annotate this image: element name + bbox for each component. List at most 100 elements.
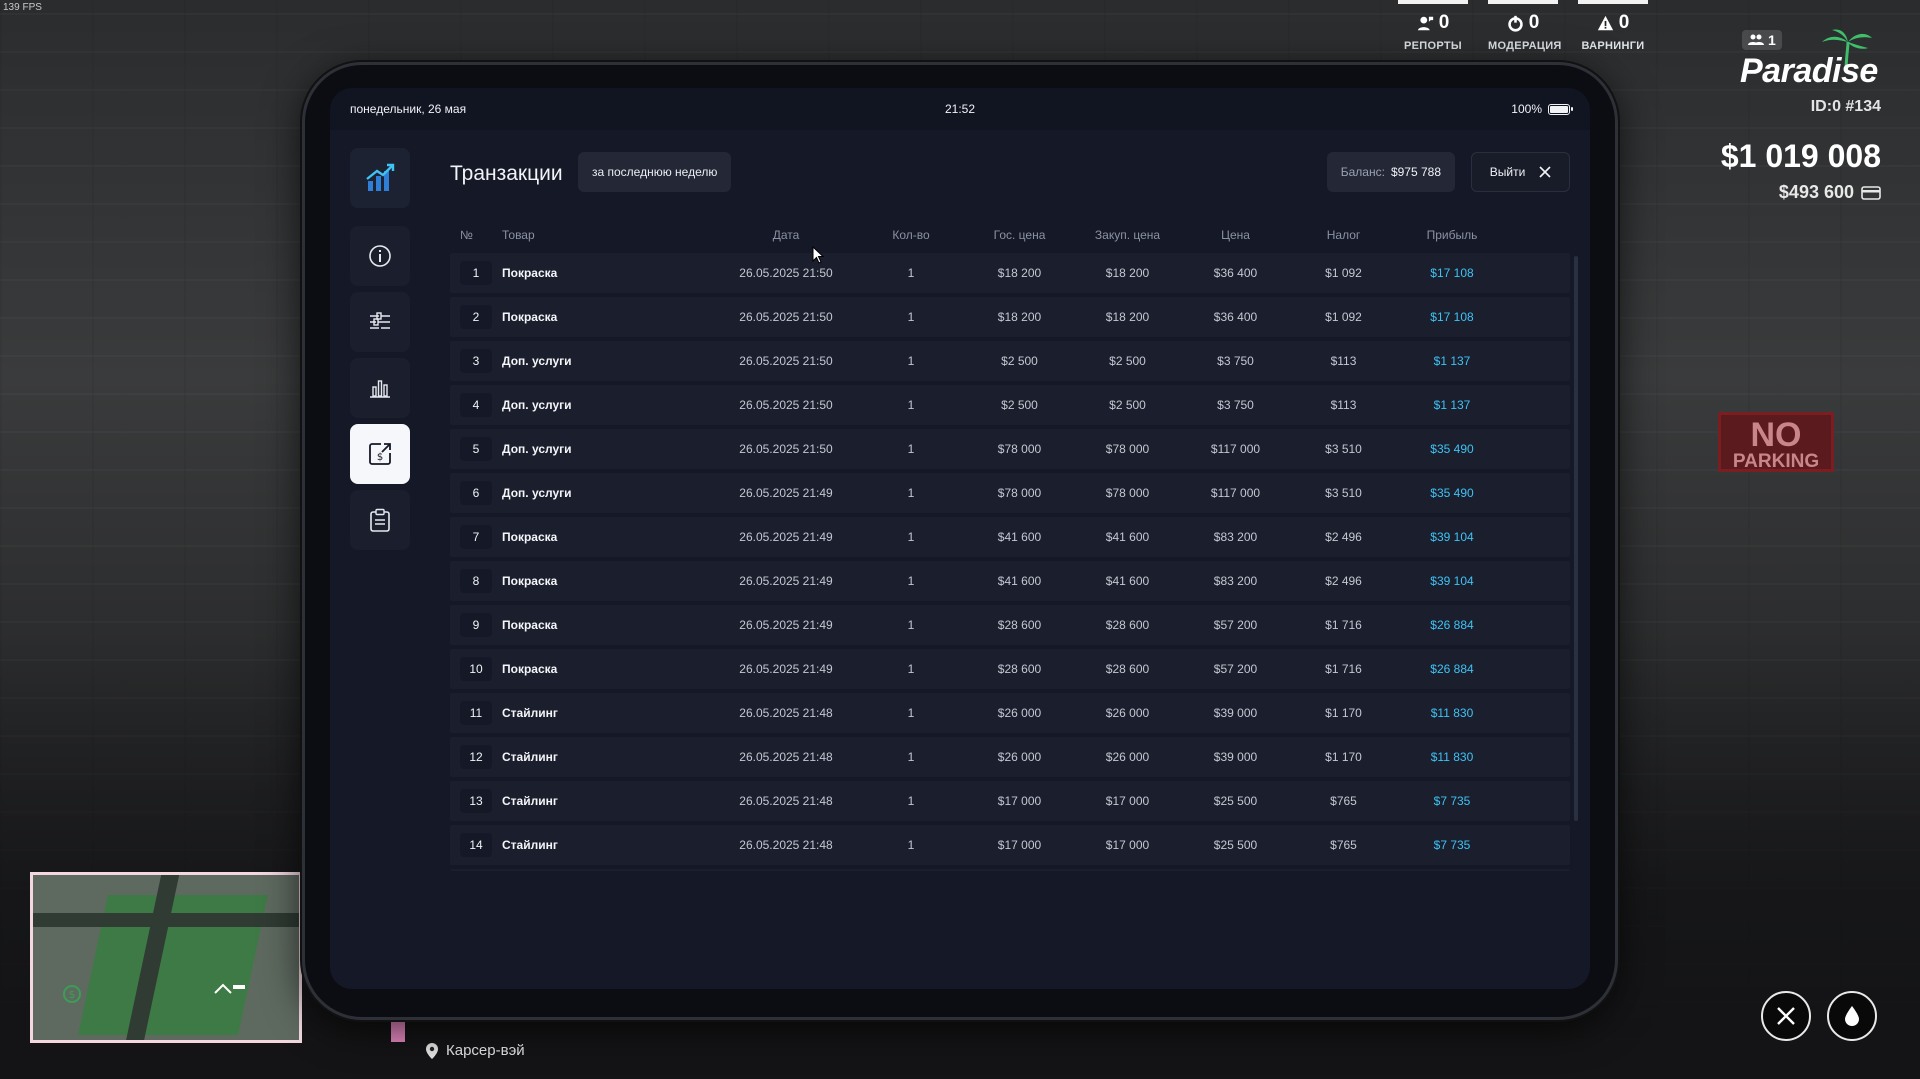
battery-icon [1548, 103, 1573, 115]
row-num: 2 [450, 305, 502, 329]
row-date: 26.05.2025 21:49 [739, 618, 833, 632]
water-button[interactable] [1827, 991, 1877, 1041]
row-tax: $113 [1330, 354, 1357, 368]
row-num: 6 [450, 481, 502, 505]
row-price: $117 000 [1210, 486, 1261, 500]
row-num: 11 [450, 701, 502, 725]
row-gov-price: $2 500 [1001, 398, 1038, 412]
table-row[interactable]: 10 Покраска 26.05.2025 21:49 1 $28 600 $28 60… [450, 649, 1570, 689]
row-tax: $2 496 [1325, 530, 1362, 544]
row-price: $83 200 [1213, 574, 1258, 588]
table-header: № Товар Дата Кол-во Гос. цена Закуп. цен… [450, 225, 1570, 245]
row-num: 14 [450, 833, 502, 857]
transactions-header: Транзакции за последнюю неделю Баланс: $… [450, 130, 1570, 225]
row-price: $57 200 [1213, 618, 1258, 632]
table-scrollbar[interactable] [1574, 256, 1578, 821]
row-price: $39 000 [1213, 706, 1258, 720]
row-profit: $7 735 [1433, 794, 1471, 808]
table-row[interactable]: 4 Доп. услуги 26.05.2025 21:50 1 $2 500 $2 50… [450, 385, 1570, 425]
no-parking-sign: NO PARKING [1718, 412, 1834, 472]
exit-button[interactable]: Выйти [1471, 152, 1570, 192]
tablet-status-bar: понедельник, 26 мая 21:52 100% [330, 88, 1590, 130]
row-buy-price: $78 000 [1105, 486, 1150, 500]
table-row[interactable]: 15Стайлинг26.05.2025 21:481$17 000$17 00… [450, 869, 1570, 871]
row-tax: $3 510 [1325, 442, 1362, 456]
row-gov-price: $2 500 [1001, 354, 1038, 368]
sidebar-tasks[interactable] [350, 490, 410, 550]
row-num-badge: 3 [460, 349, 492, 373]
period-filter-button[interactable]: за последнюю неделю [578, 152, 732, 192]
row-date: 26.05.2025 21:48 [739, 706, 833, 720]
table-row[interactable]: 5 Доп. услуги 26.05.2025 21:50 1 $78 000 $78 … [450, 429, 1570, 469]
table-row[interactable]: 14 Стайлинг 26.05.2025 21:48 1 $17 000 $17 00… [450, 825, 1570, 865]
row-item: Покраска [502, 266, 558, 280]
online-badge: 1 [1742, 30, 1782, 50]
col-profit: Прибыль [1426, 228, 1478, 242]
table-row[interactable]: 12 Стайлинг 26.05.2025 21:48 1 $26 000 $26 00… [450, 737, 1570, 777]
sidebar-logo[interactable] [350, 148, 410, 208]
tools-button[interactable] [1761, 991, 1811, 1041]
row-qty: 1 [907, 354, 915, 368]
sidebar-warehouse[interactable] [350, 292, 410, 352]
minimap: $ [30, 872, 302, 1043]
server-logo: Paradise [1740, 52, 1878, 90]
sidebar-transactions[interactable]: $ [350, 424, 410, 484]
money-blip-icon: $ [63, 985, 81, 1003]
table-row[interactable]: 13 Стайлинг 26.05.2025 21:48 1 $17 000 $17 00… [450, 781, 1570, 821]
sidebar-info[interactable] [350, 226, 410, 286]
row-profit: $11 830 [1430, 706, 1474, 720]
row-num: 3 [450, 349, 502, 373]
row-item: Доп. услуги [502, 442, 572, 456]
row-num-badge: 7 [460, 525, 492, 549]
svg-text:$: $ [377, 452, 383, 463]
row-num-badge: 13 [460, 789, 492, 813]
row-buy-price: $78 000 [1105, 442, 1150, 456]
table-row[interactable]: 8 Покраска 26.05.2025 21:49 1 $41 600 $41 600… [450, 561, 1570, 601]
table-row[interactable]: 7 Покраска 26.05.2025 21:49 1 $41 600 $41 600… [450, 517, 1570, 557]
row-buy-price: $18 200 [1105, 266, 1150, 280]
table-row[interactable]: 6 Доп. услуги 26.05.2025 21:49 1 $78 000 $78 … [450, 473, 1570, 513]
table-row[interactable]: 2 Покраска 26.05.2025 21:50 1 $18 200 $18 200… [450, 297, 1570, 337]
sidebar-statistics[interactable] [350, 358, 410, 418]
row-qty: 1 [907, 750, 915, 764]
row-profit: $1 137 [1433, 354, 1471, 368]
row-date: 26.05.2025 21:48 [739, 838, 833, 852]
col-date: Дата [772, 228, 800, 242]
row-num-badge: 1 [460, 261, 492, 285]
table-row[interactable]: 11 Стайлинг 26.05.2025 21:48 1 $26 000 $26 00… [450, 693, 1570, 733]
row-item: Стайлинг [502, 838, 558, 852]
row-num-badge: 6 [460, 481, 492, 505]
row-tax: $3 510 [1325, 486, 1362, 500]
row-qty: 1 [907, 442, 915, 456]
row-gov-price: $28 600 [997, 662, 1042, 676]
row-qty: 1 [907, 266, 915, 280]
row-gov-price: $78 000 [997, 442, 1042, 456]
row-date: 26.05.2025 21:50 [739, 354, 833, 368]
row-buy-price: $2 500 [1109, 398, 1146, 412]
row-buy-price: $41 600 [1105, 530, 1150, 544]
row-gov-price: $26 000 [997, 750, 1042, 764]
moderation-count: 0 [1528, 12, 1540, 33]
row-buy-price: $26 000 [1105, 706, 1150, 720]
row-profit: $39 104 [1430, 574, 1474, 588]
row-item: Покраска [502, 310, 558, 324]
chart-logo-icon [366, 163, 395, 191]
row-profit: $7 735 [1433, 838, 1471, 852]
moderation-label: МОДЕРАЦИЯ [1488, 40, 1562, 52]
location-display: Карсер-вэй [426, 1042, 525, 1059]
table-row[interactable]: 9 Покраска 26.05.2025 21:49 1 $28 600 $28 600… [450, 605, 1570, 645]
row-num-badge: 8 [460, 569, 492, 593]
row-num-badge: 11 [460, 701, 492, 725]
clipboard-icon [370, 508, 390, 532]
row-num-badge: 5 [460, 437, 492, 461]
report-icon [1417, 16, 1433, 30]
table-row[interactable]: 3 Доп. услуги 26.05.2025 21:50 1 $2 500 $2 50… [450, 341, 1570, 381]
table-row[interactable]: 1 Покраска 26.05.2025 21:50 1 $18 200 $18 200… [450, 253, 1570, 293]
row-buy-price: $26 000 [1105, 750, 1150, 764]
row-tax: $765 [1330, 838, 1357, 852]
row-num-badge: 10 [460, 657, 492, 681]
transactions-table[interactable]: 1 Покраска 26.05.2025 21:50 1 $18 200 $18 200… [450, 253, 1570, 871]
row-buy-price: $41 600 [1105, 574, 1150, 588]
transactions-icon: $ [369, 443, 391, 465]
battery-percent: 100% [1511, 102, 1542, 116]
